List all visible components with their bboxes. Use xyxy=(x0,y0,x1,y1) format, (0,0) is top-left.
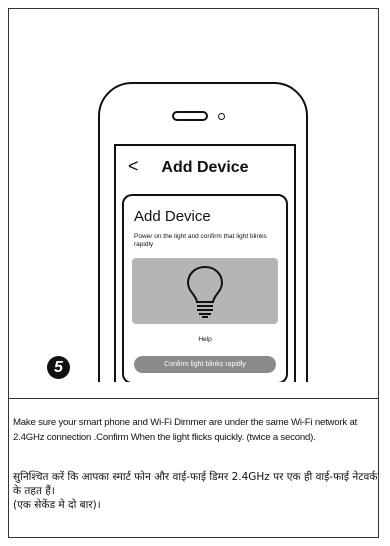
step-number-badge: 5 xyxy=(47,356,70,379)
phone-body: < Add Device Add Device Power on the lig… xyxy=(98,82,308,382)
add-device-card: Add Device Power on the light and confir… xyxy=(122,194,288,382)
bulb-illustration-box xyxy=(132,258,278,324)
english-instructions: Make sure your smart phone and Wi-Fi Dim… xyxy=(13,417,358,443)
phone-speaker xyxy=(172,111,208,121)
help-link[interactable]: Help xyxy=(124,336,286,343)
divider-bottom xyxy=(8,537,379,538)
hindi-line-2: (एक सेकेंड मे दो बार)। xyxy=(13,499,101,511)
phone-screen: < Add Device Add Device Power on the lig… xyxy=(114,144,296,382)
hindi-instructions: सुनिश्चित करें कि आपका स्मार्ट फोन और वा… xyxy=(13,470,378,512)
phone-camera xyxy=(218,113,225,120)
hindi-line-1: सुनिश्चित करें कि आपका स्मार्ट फोन और वा… xyxy=(13,471,378,497)
screen-title: Add Device xyxy=(161,159,249,176)
confirm-light-blinks-button[interactable]: Confirm light blinks rapidly xyxy=(134,356,276,373)
light-bulb-icon xyxy=(186,265,224,318)
phone-illustration: < Add Device Add Device Power on the lig… xyxy=(98,82,308,382)
divider-top xyxy=(8,398,379,399)
card-description: Power on the light and confirm that ligh… xyxy=(134,233,267,248)
card-title: Add Device xyxy=(134,208,211,225)
